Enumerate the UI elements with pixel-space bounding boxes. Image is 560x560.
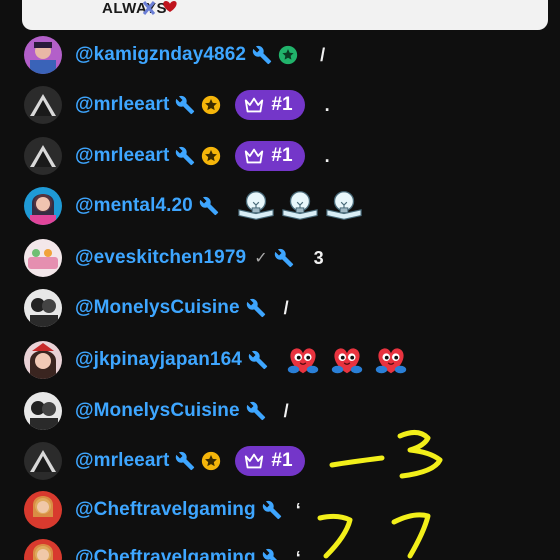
heart-hug-emoji (372, 341, 410, 379)
message-text: . (324, 94, 330, 115)
author-name[interactable]: @mental4.20 (75, 195, 193, 217)
chat-message: @kamigznday4862 / (24, 35, 325, 75)
wrench-icon (262, 500, 282, 520)
avatar[interactable] (24, 289, 62, 327)
rank-badge: #1 (235, 446, 305, 476)
message-text: . (324, 145, 330, 166)
chat-message: @mrleeart #1 (24, 441, 305, 481)
avatar[interactable] (24, 239, 62, 277)
wrench-icon (246, 298, 266, 318)
heart-hug-emoji (284, 341, 322, 379)
message-text: / (283, 400, 289, 421)
crown-icon (243, 145, 265, 167)
chat-message: @jkpinayjapan164 (24, 340, 410, 380)
emoji-group (237, 187, 363, 225)
chat-message: @mrleeart #1 . (24, 85, 330, 125)
wrench-icon (246, 401, 266, 421)
avatar[interactable] (24, 341, 62, 379)
chat-message: @MonelysCuisine / (24, 288, 289, 328)
avatar[interactable] (24, 36, 62, 74)
avatar[interactable] (24, 86, 62, 124)
crown-icon (243, 94, 265, 116)
chat-message: @eveskitchen1979 ✓ 3 (24, 238, 324, 278)
verified-check-icon: ✓ (254, 250, 268, 267)
lightbulb-book-emoji (281, 187, 319, 225)
wrench-icon (252, 45, 272, 65)
wrench-icon (274, 248, 294, 268)
chat-message: @MonelysCuisine / (24, 391, 289, 431)
message-text: ‘ (295, 547, 301, 560)
rank-label: #1 (271, 94, 293, 115)
author-name[interactable]: @mrleeart (75, 450, 169, 472)
message-text: ‘ (295, 499, 301, 520)
wrench-icon (262, 548, 282, 560)
lightbulb-book-emoji (237, 187, 275, 225)
chat-message: @Cheftravelgaming ‘ (24, 538, 301, 560)
star-badge-icon (278, 45, 298, 65)
author-name[interactable]: @mrleeart (75, 94, 169, 116)
chat-message: @mrleeart #1 . (24, 136, 330, 176)
rank-label: #1 (271, 450, 293, 471)
avatar[interactable] (24, 137, 62, 175)
rank-label: #1 (271, 145, 293, 166)
wrench-icon (175, 146, 195, 166)
emoji-group (284, 341, 410, 379)
wrench-icon (175, 95, 195, 115)
gold-star-icon (201, 451, 221, 471)
rank-badge: #1 (235, 141, 305, 171)
live-chat-list[interactable]: @kamigznday4862 / @mrleeart #1 . @mrleea… (0, 0, 560, 560)
author-name[interactable]: @MonelysCuisine (75, 400, 240, 422)
crown-icon (243, 450, 265, 472)
wrench-icon (199, 196, 219, 216)
chat-message: @mental4.20 (24, 186, 363, 226)
heart-hug-emoji (328, 341, 366, 379)
author-name[interactable]: @jkpinayjapan164 (75, 349, 242, 371)
gold-star-icon (201, 146, 221, 166)
author-name[interactable]: @kamigznday4862 (75, 44, 246, 66)
wrench-icon (248, 350, 268, 370)
author-name[interactable]: @Cheftravelgaming (75, 499, 256, 521)
gold-star-icon (201, 95, 221, 115)
author-name[interactable]: @mrleeart (75, 145, 169, 167)
avatar[interactable] (24, 442, 62, 480)
chat-message: @Cheftravelgaming ‘ (24, 490, 301, 530)
author-name[interactable]: @eveskitchen1979 (75, 247, 246, 269)
wrench-icon (175, 451, 195, 471)
author-name[interactable]: @MonelysCuisine (75, 297, 240, 319)
avatar[interactable] (24, 491, 62, 529)
rank-badge: #1 (235, 90, 305, 120)
message-text: / (320, 44, 326, 65)
avatar[interactable] (24, 392, 62, 430)
message-text: / (283, 297, 289, 318)
author-name[interactable]: @Cheftravelgaming (75, 547, 256, 560)
avatar[interactable] (24, 187, 62, 225)
lightbulb-book-emoji (325, 187, 363, 225)
avatar[interactable] (24, 539, 62, 560)
message-text: 3 (313, 247, 324, 268)
